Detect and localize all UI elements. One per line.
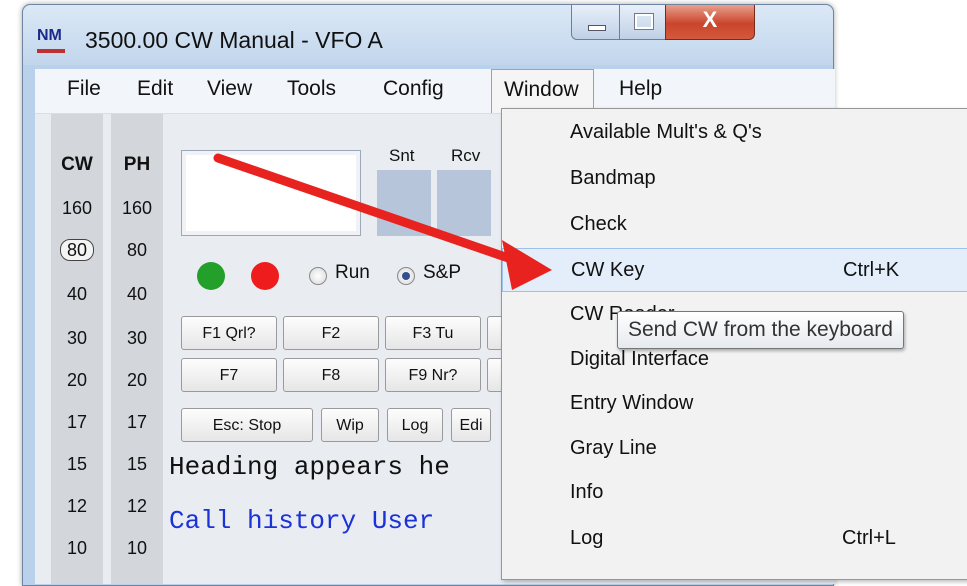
callsign-input[interactable]	[181, 150, 361, 236]
menu-item-label: Bandmap	[570, 167, 656, 189]
cw-band-20[interactable]: 20	[51, 370, 103, 391]
menu-file[interactable]: File	[67, 77, 101, 101]
menu-item-label: Info	[570, 481, 604, 503]
menu-tools[interactable]: Tools	[287, 77, 336, 101]
f7-button[interactable]: F7	[181, 358, 277, 392]
ph-band-20[interactable]: 20	[111, 370, 163, 391]
menu-item-label: Gray Line	[570, 437, 657, 459]
snt-label: Snt	[389, 146, 415, 165]
f1-button[interactable]: F1 Qrl?	[181, 316, 277, 350]
ph-band-12[interactable]: 12	[111, 496, 163, 517]
menu-config[interactable]: Config	[383, 77, 444, 101]
sp-radio-label: S&P	[423, 262, 462, 283]
cw-band-10[interactable]: 10	[51, 538, 103, 559]
menu-item-shortcut: Ctrl+K	[843, 259, 900, 281]
info-heading-text: Heading appears he	[169, 452, 450, 482]
log-button[interactable]: Log	[387, 408, 443, 442]
ph-band-160[interactable]: 160	[111, 198, 163, 219]
maximize-icon	[634, 13, 654, 30]
menu-edit[interactable]: Edit	[137, 77, 173, 101]
close-button[interactable]: X	[665, 5, 755, 40]
menu-window[interactable]: Window	[491, 69, 594, 113]
minimize-icon	[588, 25, 606, 31]
menu-item-label: Available Mult's & Q's	[570, 121, 762, 143]
cw-band-17[interactable]: 17	[51, 412, 103, 433]
status-led-green	[197, 262, 225, 290]
wipe-button[interactable]: Wip	[321, 408, 379, 442]
ph-band-17[interactable]: 17	[111, 412, 163, 433]
app-logo-icon: NM	[37, 27, 65, 53]
cw-key-tooltip: Send CW from the keyboard	[617, 311, 904, 349]
rcv-label: Rcv	[451, 146, 481, 165]
menu-item-label: Log	[570, 527, 604, 549]
menu-item-label: Check	[570, 213, 627, 235]
cw-band-80[interactable]: 80	[51, 239, 103, 261]
menu-item-available-mults[interactable]: Available Mult's & Q's	[502, 111, 967, 155]
call-history-text: Call history User	[169, 506, 435, 536]
edit-button[interactable]: Edi	[451, 408, 491, 442]
f3-button[interactable]: F3 Tu	[385, 316, 481, 350]
menu-item-info[interactable]: Info	[502, 471, 967, 515]
menu-item-check[interactable]: Check	[502, 203, 967, 247]
minimize-button[interactable]	[571, 5, 621, 40]
f8-button[interactable]: F8	[283, 358, 379, 392]
close-icon: X	[702, 7, 718, 32]
ph-band-15[interactable]: 15	[111, 454, 163, 475]
ph-band-header: PH	[123, 154, 151, 175]
menu-item-cw-key[interactable]: CW Key Ctrl+K	[502, 248, 967, 292]
menu-help[interactable]: Help	[619, 77, 662, 101]
snt-input[interactable]	[377, 170, 431, 236]
rcv-input[interactable]	[437, 170, 491, 236]
cw-band-15[interactable]: 15	[51, 454, 103, 475]
run-radio[interactable]	[309, 267, 327, 285]
title-bar[interactable]: NM 3500.00 CW Manual - VFO A X	[23, 5, 833, 65]
cw-band-80-label: 80	[59, 239, 95, 261]
ph-band-40[interactable]: 40	[111, 284, 163, 305]
menu-item-label: CW Key	[571, 259, 645, 281]
cw-band-30[interactable]: 30	[51, 328, 103, 349]
menu-item-label: Entry Window	[570, 392, 694, 414]
cw-band-40[interactable]: 40	[51, 284, 103, 305]
status-led-red	[251, 262, 279, 290]
menu-item-entry-window[interactable]: Entry Window	[502, 382, 967, 426]
f9-button[interactable]: F9 Nr?	[385, 358, 481, 392]
esc-stop-button[interactable]: Esc: Stop	[181, 408, 313, 442]
cw-band-160[interactable]: 160	[51, 198, 103, 219]
ph-band-80[interactable]: 80	[111, 240, 163, 261]
cw-band-12[interactable]: 12	[51, 496, 103, 517]
menu-item-label: Digital Interface	[570, 348, 709, 370]
maximize-button[interactable]	[619, 5, 667, 40]
menu-view[interactable]: View	[207, 77, 252, 101]
ph-band-10[interactable]: 10	[111, 538, 163, 559]
menu-item-gray-line[interactable]: Gray Line	[502, 427, 967, 471]
f2-button[interactable]: F2	[283, 316, 379, 350]
sp-radio[interactable]	[397, 267, 415, 285]
cw-band-header: CW	[61, 154, 93, 175]
menu-item-shortcut: Ctrl+L	[842, 527, 896, 549]
menu-item-log[interactable]: Log Ctrl+L	[502, 517, 967, 561]
window-title: 3500.00 CW Manual - VFO A	[85, 27, 383, 53]
menu-item-bandmap[interactable]: Bandmap	[502, 157, 967, 201]
ph-band-30[interactable]: 30	[111, 328, 163, 349]
run-radio-label: Run	[335, 262, 370, 283]
